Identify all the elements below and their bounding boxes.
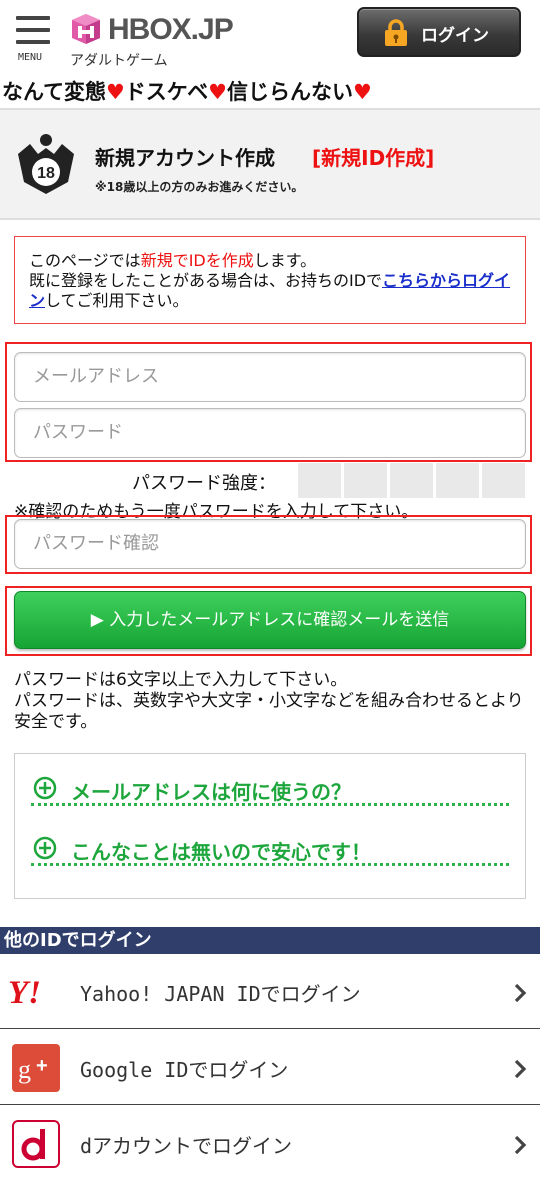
notice-highlight: 新規でIDを作成	[140, 251, 254, 270]
sns-login-label: Google IDでログイン	[80, 1058, 289, 1082]
notice-text: します。	[253, 251, 317, 270]
age-18-restriction-icon: 18	[18, 134, 74, 194]
hamburger-icon-bar	[16, 40, 50, 44]
hbox-logo-icon	[72, 14, 100, 44]
site-subtitle: アダルトゲーム	[70, 53, 168, 69]
faq-item-safety[interactable]: こんなことは無いので安心です！	[31, 832, 509, 866]
strength-meter-segment	[436, 463, 479, 498]
password-help: パスワードは6文字以上で入力して下さい。 パスワードは、英数字や大文字・小文字な…	[14, 670, 529, 733]
other-login-heading: 他のIDでログイン	[0, 927, 540, 954]
page-title-section: 18 新規アカウント作成 [新規ID作成] ※18歳以上の方のみお進みください。	[0, 110, 540, 220]
login-button-label: ログイン	[421, 26, 489, 46]
email-field[interactable]: メールアドレス	[14, 352, 526, 402]
password-help-line: パスワードは6文字以上で入力して下さい。	[14, 670, 348, 690]
strength-meter-segment	[482, 463, 525, 498]
strength-meter-segment	[298, 463, 341, 498]
chevron-right-icon	[514, 1059, 527, 1079]
notice-text: 既に登録をしたことがある場合は、お持ちのIDで	[29, 271, 383, 290]
faq-question: メールアドレスは何に使うの？	[71, 780, 351, 804]
notice-box: このページでは新規でIDを作成します。 既に登録をしたことがある場合は、お持ちの…	[14, 236, 526, 324]
docomo-login-button[interactable]: dアカウントでログイン	[0, 1106, 540, 1180]
lock-icon	[385, 19, 407, 46]
password-field[interactable]: パスワード	[14, 408, 526, 458]
google-login-button[interactable]: g + Google IDでログイン	[0, 1030, 540, 1105]
site-logo[interactable]: HBOX.JP	[68, 12, 298, 46]
logo-text: HBOX.JP	[108, 13, 234, 46]
yahoo-login-button[interactable]: Y! Yahoo! JAPAN IDでログイン	[0, 954, 540, 1029]
send-confirmation-button[interactable]: ▶ 入力したメールアドレスに確認メールを送信	[14, 591, 526, 649]
notice-text: このページでは	[29, 251, 141, 270]
svg-text:Y!: Y!	[8, 976, 41, 1008]
sns-login-label: dアカウントでログイン	[80, 1134, 293, 1158]
svg-text:g: g	[18, 1055, 31, 1084]
strength-meter-segment	[344, 463, 387, 498]
tagline-part: ドスケベ	[124, 80, 209, 104]
heart-icon: ♥	[208, 80, 227, 104]
header: MENU HBOX.JP アダルトゲーム ログイン なんて変態♥ドスケベ♥信じら…	[0, 0, 540, 104]
notice-text: してご利用下さい。	[45, 291, 189, 310]
notice-line: 既に登録をしたことがある場合は、お持ちのIDでこちらからログインしてご利用下さい…	[29, 271, 511, 311]
age-icon-text: 18	[37, 165, 55, 182]
heart-icon: ♥	[352, 80, 372, 104]
tagline-part: 信じらんない	[226, 80, 353, 104]
hamburger-icon-bar	[16, 28, 50, 32]
menu-button[interactable]: MENU	[14, 14, 54, 64]
plus-circle-icon	[33, 776, 57, 800]
heart-icon: ♥	[105, 80, 125, 104]
yahoo-logo-icon: Y!	[8, 976, 41, 1008]
hamburger-icon-bar	[16, 16, 50, 20]
menu-label: MENU	[18, 52, 43, 63]
password-confirm-field[interactable]: パスワード確認	[14, 519, 526, 569]
chevron-right-icon	[514, 983, 527, 1003]
faq-question: こんなことは無いので安心です！	[71, 840, 371, 864]
svg-text:+: +	[36, 1055, 48, 1077]
docomo-d-icon	[12, 1120, 60, 1168]
plus-circle-icon	[33, 836, 57, 860]
tagline: なんて変態♥ドスケベ♥信じらんない♥	[2, 76, 372, 106]
tagline-part: なんて変態	[2, 80, 106, 104]
password-help-line: パスワードは、英数字や大文字・小文字などを組み合わせるとより安全です。	[14, 691, 524, 732]
chevron-right-icon	[514, 1135, 527, 1155]
faq-item-email-usage[interactable]: メールアドレスは何に使うの？	[31, 772, 509, 806]
login-button[interactable]: ログイン	[357, 7, 521, 57]
notice-line: このページでは新規でIDを作成します。	[29, 251, 511, 271]
age-note: ※18歳以上の方のみお進みください。	[95, 180, 304, 194]
strength-meter-segment	[390, 463, 433, 498]
page-title-badge: [新規ID作成]	[312, 146, 435, 170]
password-strength-label: パスワード強度：	[132, 473, 276, 494]
page-title: 新規アカウント作成	[95, 146, 275, 170]
google-plus-icon: g +	[12, 1044, 60, 1092]
faq-box: メールアドレスは何に使うの？ こんなことは無いので安心です！	[14, 753, 526, 899]
sns-login-label: Yahoo! JAPAN IDでログイン	[80, 982, 361, 1006]
